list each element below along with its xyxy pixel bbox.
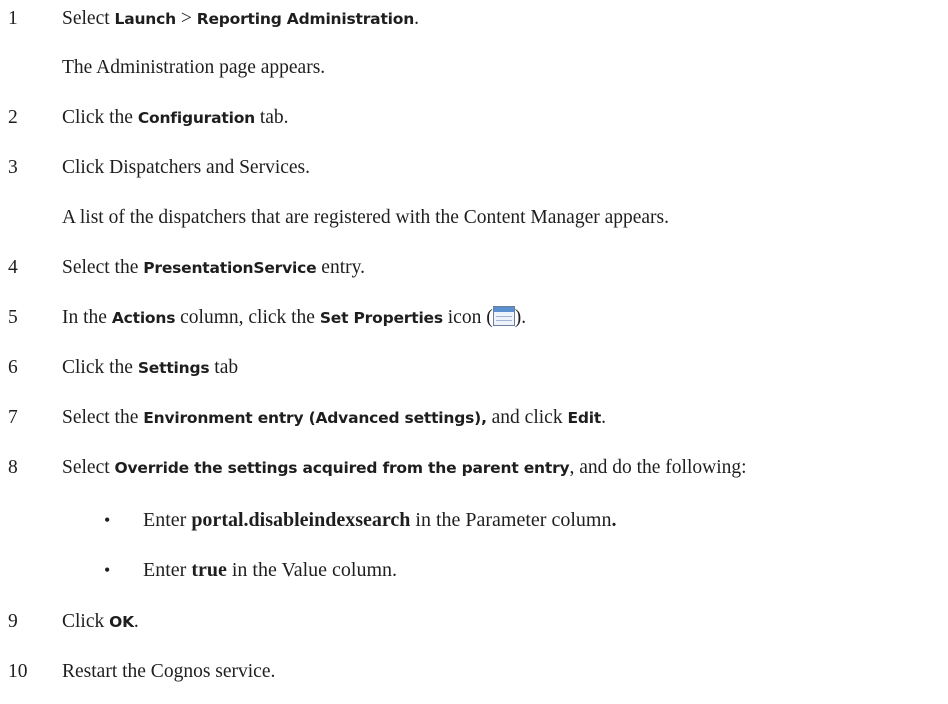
step-number: 1 <box>8 8 18 29</box>
ui-term: Settings <box>137 359 210 377</box>
ui-term: OK <box>109 613 134 631</box>
ui-term: Launch <box>114 10 177 28</box>
step-text: Select Launch > Reporting Administration… <box>62 8 419 29</box>
ui-term: Configuration <box>137 109 255 127</box>
document-page: 1 Select Launch > Reporting Administrati… <box>0 0 948 704</box>
ui-term: Set Properties <box>319 309 443 327</box>
bullet-icon: • <box>104 510 111 530</box>
ui-term: Override the settings acquired from the … <box>114 459 570 477</box>
bullet-icon: • <box>104 560 111 580</box>
set-properties-icon <box>492 306 515 326</box>
ui-term: Edit <box>567 409 602 427</box>
ui-term: Environment entry (Advanced settings), <box>143 409 487 427</box>
ui-term: Actions <box>111 309 176 327</box>
ui-term: PresentationService <box>143 259 317 277</box>
ui-term: Reporting Administration <box>196 10 415 28</box>
